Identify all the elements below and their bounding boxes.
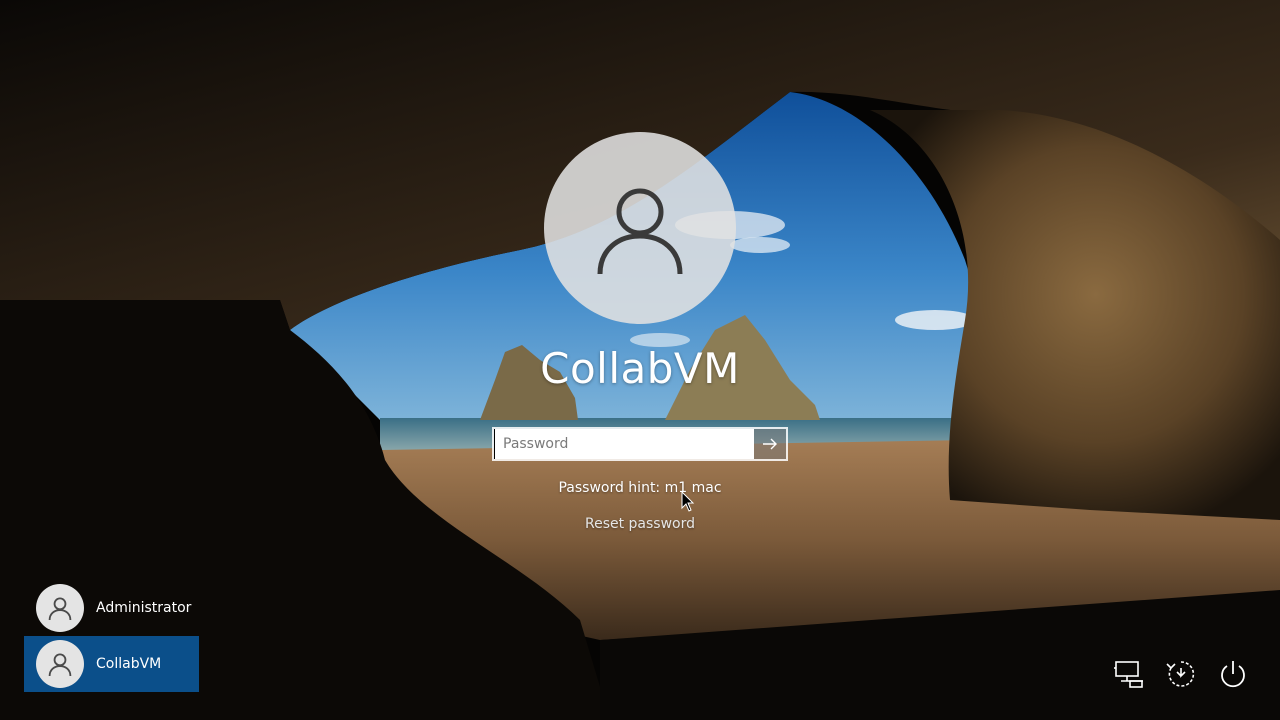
ease-of-access-icon	[1166, 661, 1195, 687]
password-input[interactable]	[494, 429, 754, 459]
user-avatar-small	[36, 640, 84, 688]
mouse-cursor-icon	[681, 491, 695, 512]
network-icon	[1114, 661, 1143, 688]
password-box	[492, 427, 788, 461]
password-hint: Password hint: m1 mac	[558, 480, 722, 496]
user-item-administrator[interactable]: Administrator	[24, 580, 199, 636]
user-avatar-large	[544, 132, 736, 324]
login-user-name: CollabVM	[540, 344, 740, 393]
user-item-label: CollabVM	[96, 656, 162, 672]
user-icon	[597, 188, 683, 275]
power-button[interactable]	[1216, 656, 1250, 692]
user-list: Administrator CollabVM	[24, 580, 199, 692]
ease-of-access-button[interactable]	[1164, 656, 1198, 692]
power-icon	[1221, 661, 1245, 688]
corner-actions	[1112, 656, 1250, 692]
user-item-collabvm[interactable]: CollabVM	[24, 636, 199, 692]
arrow-right-icon	[763, 438, 777, 450]
network-button[interactable]	[1112, 656, 1146, 692]
user-icon	[48, 597, 72, 621]
user-avatar-small	[36, 584, 84, 632]
submit-button[interactable]	[754, 429, 786, 459]
user-icon	[48, 653, 72, 677]
user-item-label: Administrator	[96, 600, 192, 616]
reset-password-link[interactable]: Reset password	[540, 516, 740, 532]
